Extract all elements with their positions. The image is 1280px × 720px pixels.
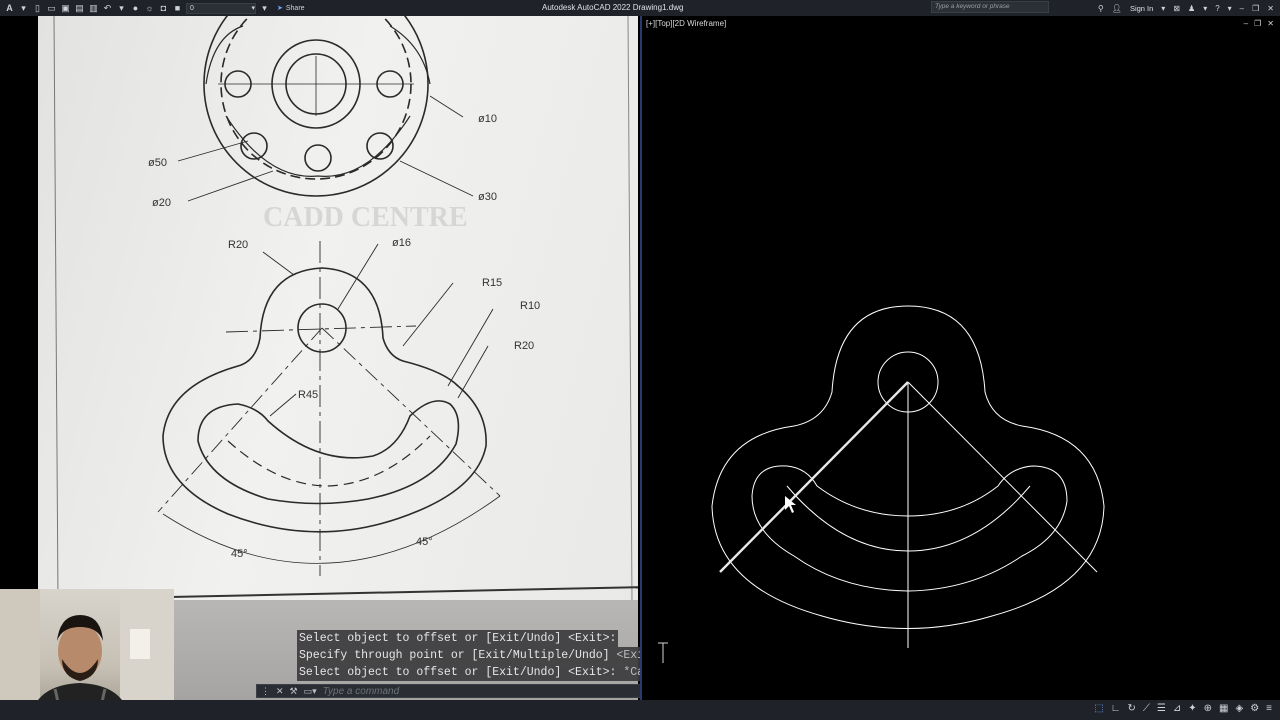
dim-d16: ø16: [392, 237, 411, 249]
cart-icon[interactable]: ⊠: [1173, 4, 1180, 13]
settings-gear-icon[interactable]: ⚙: [1250, 703, 1259, 714]
help-search-input[interactable]: Type a keyword or phrase: [931, 1, 1049, 13]
layer-freeze-icon[interactable]: ☼: [144, 3, 155, 14]
ucs-icon: [658, 642, 668, 663]
reference-drawing: ø10 ø50 ø20 ø30 R20 ø16 R15 R10 R20 R45 …: [53, 16, 633, 600]
app-store-icon[interactable]: ♟: [1188, 4, 1195, 13]
dim-r15: R15: [482, 277, 502, 289]
dim-r20-top: R20: [228, 239, 248, 251]
dim-d30: ø30: [478, 191, 497, 203]
quick-access-toolbar: A ▾ ▯ ▭ ▣ ▤ ▥ ↶ ▾ ● ☼ ◘ ■ 0 ▾ ▾ ➤ Share: [0, 0, 305, 16]
autocad-logo-icon[interactable]: A: [4, 3, 15, 14]
app-store-dropdown-icon[interactable]: ▾: [1203, 4, 1207, 13]
user-icon[interactable]: 👤︎: [1112, 4, 1122, 13]
dim-r10: R10: [520, 300, 540, 312]
share-label: Share: [285, 4, 305, 12]
command-prompt-text: Specify through point or [Exit/Multiple/…: [299, 649, 617, 662]
customize-qat-icon[interactable]: ▾: [259, 3, 270, 14]
layer-lock-icon[interactable]: ◘: [158, 3, 169, 14]
share-icon: ➤: [277, 5, 283, 12]
layer-on-icon[interactable]: ●: [130, 3, 141, 14]
dim-d20: ø20: [152, 197, 171, 209]
dim-angle-right: 45°: [416, 536, 433, 548]
chevron-down-icon: ▾: [251, 5, 255, 12]
signin-dropdown-icon[interactable]: ▾: [1161, 4, 1165, 13]
workspace-icon[interactable]: ✦: [1188, 703, 1196, 714]
help-icon[interactable]: ?: [1215, 4, 1219, 13]
autocad-window: A ▾ ▯ ▭ ▣ ▤ ▥ ↶ ▾ ● ☼ ◘ ■ 0 ▾ ▾ ➤ Share …: [0, 0, 1280, 720]
model-viewport[interactable]: [+][Top][2D Wireframe] – ❐ ✕: [640, 16, 1280, 702]
save-as-icon[interactable]: ▤: [74, 3, 85, 14]
status-bar-toggles: ⬚ ∟ ↻ ⟋ ☰ ⊿ ✦ ⊕ ▦ ◈ ⚙ ≡: [1094, 703, 1272, 714]
restore-icon[interactable]: ❐: [1252, 4, 1259, 13]
save-icon[interactable]: ▣: [60, 3, 71, 14]
command-history-line-3: Select object to offset or [Exit/Undo] <…: [297, 664, 681, 681]
command-input[interactable]: Type a command: [323, 686, 400, 697]
layer-color-icon[interactable]: ■: [172, 3, 183, 14]
customize-wrench-icon[interactable]: ⚒: [290, 686, 298, 697]
title-right-controls: ⚲ 👤︎ Sign In ▾ ⊠ ♟ ▾ ? ▾ – ❐ ✕: [1098, 1, 1274, 15]
watermark-text: CADD CENTRE: [263, 202, 468, 233]
command-prompt-text: Select object to offset or [Exit/Undo] <…: [299, 632, 617, 645]
print-icon[interactable]: ▥: [88, 3, 99, 14]
ortho-icon[interactable]: ∟: [1111, 703, 1121, 714]
undo-dropdown-icon[interactable]: ▾: [116, 3, 127, 14]
dim-r20-side: R20: [514, 340, 534, 352]
status-bar: ⬚ ∟ ↻ ⟋ ☰ ⊿ ✦ ⊕ ▦ ◈ ⚙ ≡: [0, 700, 1280, 720]
command-history: Select object to offset or [Exit/Undo] <…: [297, 630, 681, 681]
grip-icon[interactable]: ⋮: [261, 686, 270, 697]
close-icon[interactable]: ✕: [1267, 4, 1274, 13]
share-button[interactable]: ➤ Share: [277, 4, 305, 13]
new-file-icon[interactable]: ▯: [32, 3, 43, 14]
model-drawing: [658, 305, 1105, 663]
dim-r45: R45: [298, 389, 318, 401]
polar-tracking-icon[interactable]: ↻: [1128, 703, 1136, 714]
layer-value: 0: [190, 4, 194, 12]
customize-menu-icon[interactable]: ≡: [1266, 703, 1272, 714]
lineweight-icon[interactable]: ☰: [1157, 703, 1166, 714]
command-history-line-1: Select object to offset or [Exit/Undo] <…: [297, 630, 681, 647]
dim-d10: ø10: [478, 113, 497, 125]
search-icon[interactable]: ⚲: [1098, 4, 1104, 13]
command-prompt-text: Select object to offset or [Exit/Undo] <…: [299, 666, 617, 679]
help-dropdown-icon[interactable]: ▾: [1228, 4, 1232, 13]
dim-d50: ø50: [148, 157, 167, 169]
units-icon[interactable]: ⊕: [1204, 703, 1212, 714]
close-icon[interactable]: ✕: [276, 686, 284, 697]
minimize-icon[interactable]: –: [1240, 4, 1244, 13]
recent-commands-icon[interactable]: ▭▾: [304, 686, 317, 697]
model-space-icon[interactable]: ⬚: [1094, 703, 1103, 714]
window-title: Autodesk AutoCAD 2022 Drawing1.dwg: [542, 3, 684, 12]
app-menu-chevron-icon[interactable]: ▾: [18, 3, 29, 14]
title-bar: A ▾ ▯ ▭ ▣ ▤ ▥ ↶ ▾ ● ☼ ◘ ■ 0 ▾ ▾ ➤ Share …: [0, 0, 1280, 16]
dim-angle-left: 45°: [231, 548, 248, 560]
properties-icon[interactable]: ▦: [1219, 703, 1228, 714]
annotation-scale-icon[interactable]: ⊿: [1173, 703, 1181, 714]
reference-paper: ø10 ø50 ø20 ø30 R20 ø16 R15 R10 R20 R45 …: [38, 16, 638, 600]
undo-icon[interactable]: ↶: [102, 3, 113, 14]
isodraft-icon[interactable]: ⟋: [1143, 703, 1150, 714]
open-folder-icon[interactable]: ▭: [46, 3, 57, 14]
command-history-line-2: Specify through point or [Exit/Multiple/…: [297, 647, 681, 664]
layer-dropdown[interactable]: 0 ▾: [186, 2, 256, 14]
isolate-objects-icon[interactable]: ◈: [1235, 703, 1243, 714]
sign-in-link[interactable]: Sign In: [1130, 4, 1153, 13]
